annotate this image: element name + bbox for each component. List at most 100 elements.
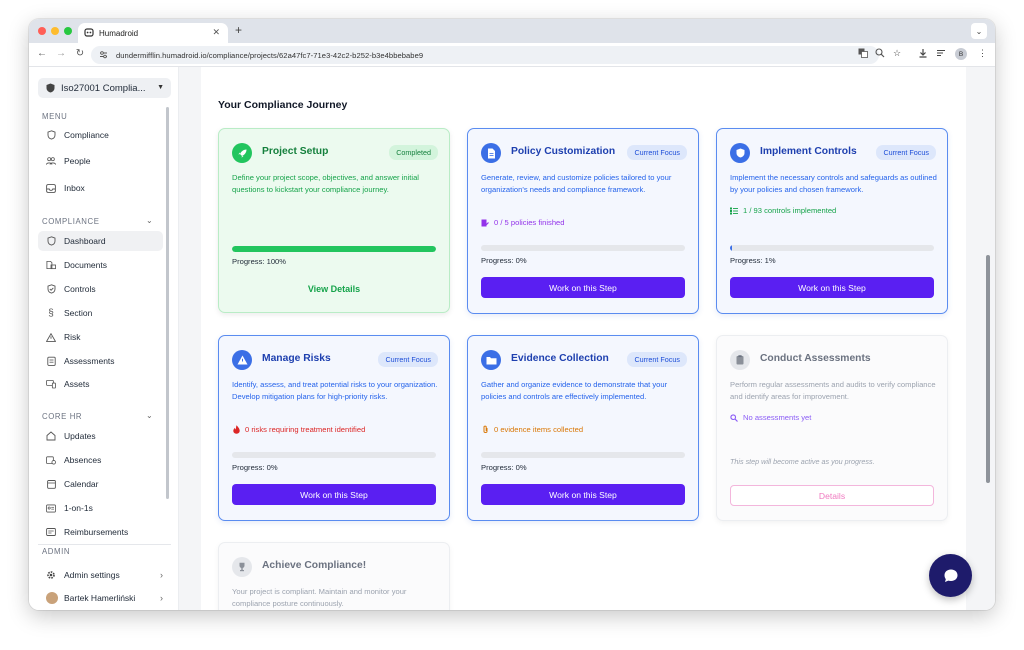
download-icon[interactable] (918, 48, 928, 60)
sidebar-item-admin-settings[interactable]: Admin settings › (38, 565, 163, 585)
zoom-icon[interactable] (875, 48, 885, 60)
assessments-stat: No assessments yet (730, 413, 811, 422)
browser-tab[interactable]: Humadroid ✕ (78, 23, 228, 43)
progress-fill (232, 246, 436, 252)
browser-menu-icon[interactable]: ⋮ (978, 48, 987, 59)
chevron-right-icon: › (160, 570, 163, 580)
journey-card-project-setup: Project Setup Completed Define your proj… (218, 128, 450, 313)
sidebar-item-reimbursements[interactable]: Reimbursements (38, 522, 163, 542)
progress-label: Progress: 0% (232, 463, 278, 472)
sidebar-item-updates[interactable]: Updates (38, 426, 163, 446)
site-settings-icon[interactable] (99, 46, 108, 64)
work-on-step-button[interactable]: Work on this Step (481, 277, 685, 298)
new-tab-icon[interactable]: + (235, 23, 242, 37)
card-title: Achieve Compliance! (262, 560, 367, 571)
sidebar-item-label: Risk (64, 332, 81, 342)
card-title: Implement Controls (760, 146, 857, 157)
absences-icon (46, 455, 56, 465)
journey-card-manage-risks: Manage Risks Current Focus Identify, ass… (218, 335, 450, 521)
avatar (46, 592, 58, 604)
minimize-window-button[interactable] (51, 27, 59, 35)
meeting-icon (46, 503, 56, 513)
chat-bubble-icon (944, 569, 957, 582)
sidebar-item-label: Admin settings (64, 570, 120, 580)
chevron-right-icon: › (160, 593, 163, 603)
sidebar-item-calendar[interactable]: Calendar (38, 474, 163, 494)
chevron-down-icon[interactable]: ⌄ (146, 216, 153, 225)
assessments-stat-text: No assessments yet (743, 413, 812, 422)
reload-icon[interactable]: ↻ (73, 48, 87, 59)
progress-bar (481, 452, 685, 458)
details-button[interactable]: Details (730, 485, 934, 506)
back-icon[interactable]: ← (35, 48, 49, 59)
tab-search-icon[interactable]: ⌄ (971, 23, 987, 39)
shield-icon (46, 83, 55, 93)
rocket-icon (232, 143, 252, 163)
sidebar-item-label: Controls (64, 284, 96, 294)
browser-toolbar: ← → ↻ dundermifflin.humadroid.io/complia… (29, 43, 995, 67)
view-details-button[interactable]: View Details (232, 279, 436, 299)
clipboard-icon (730, 350, 750, 370)
menu-heading: MENU (42, 112, 68, 121)
card-description: Generate, review, and customize policies… (481, 173, 672, 194)
sidebar-scrollbar[interactable] (166, 107, 169, 499)
maximize-window-button[interactable] (64, 27, 72, 35)
chat-launcher-button[interactable] (929, 554, 972, 597)
sidebar-item-documents[interactable]: Documents (38, 255, 163, 275)
work-on-step-button[interactable]: Work on this Step (232, 484, 436, 505)
sidebar-item-compliance[interactable]: Compliance (38, 125, 163, 145)
card-description: Implement the necessary controls and saf… (730, 173, 937, 194)
admin-heading: ADMIN (42, 547, 71, 556)
status-badge: Current Focus (627, 145, 687, 160)
inbox-icon (46, 183, 56, 193)
sidebar-item-inbox[interactable]: Inbox (38, 178, 163, 198)
project-selector-label: Iso27001 Complia... (61, 82, 146, 94)
translate-icon[interactable] (858, 48, 868, 60)
sidebar-item-absences[interactable]: Absences (38, 450, 163, 470)
policies-stat: 0 / 5 policies finished (481, 218, 565, 227)
progress-fill (730, 245, 733, 251)
sidebar-item-controls[interactable]: Controls (38, 279, 163, 299)
corehr-heading[interactable]: CORE HR ⌄ (42, 411, 153, 421)
sidebar-item-section[interactable]: § Section (38, 303, 163, 323)
card-description: Define your project scope, objectives, a… (232, 173, 419, 194)
sidebar-user-menu[interactable]: Bartek Hamerliński › (38, 588, 163, 608)
sidebar-item-people[interactable]: People (38, 151, 163, 171)
page-scrollbar[interactable] (986, 255, 990, 483)
sidebar-item-label: Dashboard (64, 236, 106, 246)
main-content: Your Compliance Journey Project Setup Co… (201, 67, 966, 610)
sidebar-item-risk[interactable]: Risk (38, 327, 163, 347)
sidebar-item-1-on-1s[interactable]: 1-on-1s (38, 498, 163, 518)
chevron-down-icon[interactable]: ⌄ (146, 411, 153, 420)
sidebar-item-dashboard[interactable]: Dashboard (38, 231, 163, 251)
sidebar-item-assets[interactable]: Assets (38, 374, 163, 394)
evidence-stat-text: 0 evidence items collected (494, 425, 584, 434)
url-text: dundermifflin.humadroid.io/compliance/pr… (116, 50, 424, 60)
reading-list-icon[interactable] (936, 48, 946, 60)
sidebar-item-label: 1-on-1s (64, 503, 93, 513)
search-icon (730, 413, 738, 422)
progress-label: Progress: 0% (481, 463, 527, 472)
status-badge: Current Focus (627, 352, 687, 367)
close-window-button[interactable] (38, 27, 46, 35)
compliance-heading[interactable]: COMPLIANCE ⌄ (42, 216, 153, 226)
sidebar-item-assessments[interactable]: Assessments (38, 351, 163, 371)
folder-icon (481, 350, 501, 370)
home-icon (46, 431, 56, 441)
shield-icon (46, 236, 56, 246)
profile-avatar[interactable]: B (955, 48, 967, 60)
address-bar[interactable]: dundermifflin.humadroid.io/compliance/pr… (91, 46, 879, 64)
close-tab-icon[interactable]: ✕ (212, 27, 220, 38)
progress-label: Progress: 100% (232, 257, 287, 266)
sidebar-item-label: Assessments (64, 356, 115, 366)
forward-icon[interactable]: → (54, 48, 68, 59)
sidebar-item-label: Assets (64, 379, 90, 389)
humadroid-favicon-icon (84, 28, 94, 38)
bookmark-star-icon[interactable]: ☆ (893, 48, 901, 59)
progress-bar (730, 245, 934, 251)
work-on-step-button[interactable]: Work on this Step (481, 484, 685, 505)
work-on-step-button[interactable]: Work on this Step (730, 277, 934, 298)
shield-icon (46, 130, 56, 140)
sidebar-item-label: Compliance (64, 130, 109, 140)
project-selector[interactable]: Iso27001 Complia... ▼ (38, 78, 171, 98)
